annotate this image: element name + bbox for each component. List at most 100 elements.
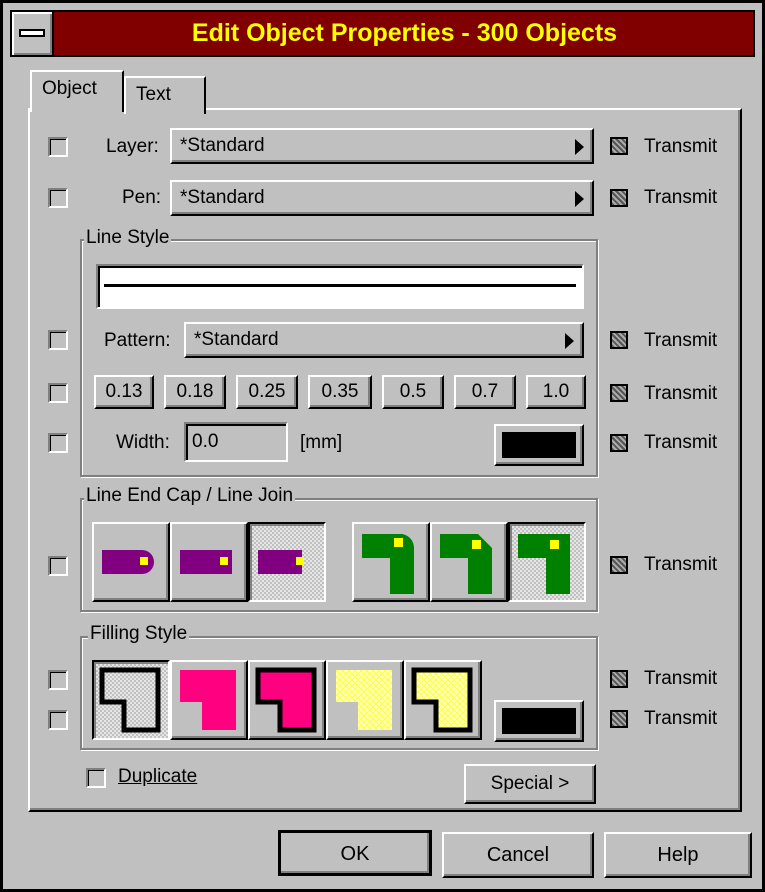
tab-object-label: Object (42, 78, 97, 99)
fill-none-icon (99, 667, 161, 733)
width-checkbox[interactable] (48, 433, 68, 453)
tab-text-label: Text (136, 84, 171, 105)
fill-color-transmit-label: Transmit (644, 708, 718, 729)
width-button-label: 0.18 (176, 381, 214, 402)
width-button-0-5[interactable]: 0.5 (382, 375, 444, 409)
fill-transmit-checkbox[interactable] (610, 670, 628, 688)
width-preset-transmit-label: Transmit (644, 383, 718, 404)
join-bevel-button[interactable] (430, 522, 508, 602)
width-button-0-13[interactable]: 0.13 (94, 375, 154, 409)
pattern-transmit-label: Transmit (644, 330, 718, 351)
fill-color-transmit-checkbox[interactable] (610, 710, 628, 728)
line-color-swatch (502, 432, 576, 458)
pen-value: *Standard (180, 187, 265, 208)
width-button-0-35[interactable]: 0.35 (308, 375, 372, 409)
pattern-checkbox[interactable] (48, 330, 68, 350)
width-value: 0.0 (192, 431, 219, 452)
join-bevel-icon (440, 534, 492, 594)
duplicate-checkbox[interactable] (86, 768, 106, 788)
cap-square-icon (258, 550, 304, 574)
width-button-label: 1.0 (542, 381, 570, 402)
special-button[interactable]: Special > (464, 764, 596, 804)
pattern-value: *Standard (194, 329, 279, 350)
width-unit: [mm] (300, 432, 343, 453)
join-miter-button[interactable] (508, 522, 586, 602)
filling-style-title: Filling Style (88, 623, 190, 645)
fill-color-button[interactable] (494, 700, 584, 742)
fill-solid-icon (180, 670, 236, 730)
width-button-label: 0.7 (471, 381, 499, 402)
cap-round-button[interactable] (92, 522, 170, 602)
width-input[interactable]: 0.0 (184, 422, 288, 462)
fill-none-button[interactable] (92, 660, 170, 740)
width-transmit-checkbox[interactable] (610, 434, 628, 452)
line-end-transmit-label: Transmit (644, 554, 718, 575)
fill-color-swatch (502, 708, 576, 734)
fill-solid-outline-icon (255, 667, 317, 733)
line-end-checkbox[interactable] (48, 556, 68, 576)
cancel-button-label: Cancel (486, 844, 550, 866)
cap-flat-icon (180, 550, 232, 574)
layer-transmit-label: Transmit (644, 136, 718, 157)
width-button-label: 0.13 (105, 381, 143, 402)
line-style-title: Line Style (84, 227, 172, 249)
special-button-label: Special > (490, 773, 570, 794)
pen-select[interactable]: *Standard (170, 180, 594, 216)
width-button-label: 0.25 (248, 381, 286, 402)
line-color-button[interactable] (494, 424, 584, 466)
fill-checkbox[interactable] (48, 670, 68, 690)
duplicate-label[interactable]: Duplicate (118, 766, 197, 788)
width-button-1-0[interactable]: 1.0 (526, 375, 586, 409)
pen-transmit-label: Transmit (644, 187, 718, 208)
fill-hatch-outline-button[interactable] (404, 660, 482, 740)
fill-solid-button[interactable] (170, 660, 248, 740)
width-label: Width: (116, 432, 170, 453)
arrow-right-icon (565, 333, 574, 349)
fill-hatch-button[interactable] (326, 660, 404, 740)
fill-transmit-label: Transmit (644, 668, 718, 689)
tab-text[interactable]: Text (124, 76, 206, 114)
width-button-label: 0.5 (399, 381, 427, 402)
cap-square-button[interactable] (248, 522, 326, 602)
fill-hatch-outline-icon (411, 667, 473, 733)
layer-value: *Standard (180, 135, 265, 156)
ok-button[interactable]: OK (278, 830, 432, 876)
join-round-button[interactable] (352, 522, 430, 602)
arrow-right-icon (575, 191, 584, 207)
layer-select[interactable]: *Standard (170, 128, 594, 164)
window-title: Edit Object Properties - 300 Objects (191, 19, 618, 47)
width-preset-transmit-checkbox[interactable] (610, 384, 628, 402)
pen-transmit-checkbox[interactable] (610, 189, 628, 207)
help-button[interactable]: Help (604, 832, 752, 878)
line-end-transmit-checkbox[interactable] (610, 556, 628, 574)
pattern-select[interactable]: *Standard (184, 322, 584, 358)
arrow-right-icon (575, 139, 584, 155)
ok-button-label: OK (340, 843, 370, 865)
width-transmit-label: Transmit (644, 432, 718, 453)
width-button-0-7[interactable]: 0.7 (454, 375, 516, 409)
width-button-0-25[interactable]: 0.25 (236, 375, 298, 409)
join-round-icon (362, 534, 415, 594)
layer-transmit-checkbox[interactable] (610, 137, 628, 155)
pattern-transmit-checkbox[interactable] (610, 331, 628, 349)
cap-flat-button[interactable] (170, 522, 248, 602)
cancel-button[interactable]: Cancel (442, 832, 594, 878)
line-end-title: Line End Cap / Line Join (84, 485, 296, 507)
layer-label: Layer: (106, 136, 159, 157)
width-button-0-18[interactable]: 0.18 (164, 375, 226, 409)
pen-checkbox[interactable] (48, 188, 68, 208)
fill-hatch-icon (336, 670, 392, 730)
pattern-label: Pattern: (104, 330, 171, 351)
layer-checkbox[interactable] (48, 137, 68, 157)
fill-solid-outline-button[interactable] (248, 660, 326, 740)
system-menu-icon[interactable] (10, 10, 54, 57)
line-style-preview (96, 264, 584, 309)
pen-label: Pen: (122, 187, 162, 208)
fill-color-checkbox[interactable] (48, 710, 68, 730)
tab-object[interactable]: Object (30, 70, 124, 112)
join-miter-icon (518, 534, 570, 594)
help-button-label: Help (657, 844, 699, 866)
width-preset-checkbox[interactable] (48, 383, 68, 403)
cap-round-icon (102, 550, 154, 574)
width-button-label: 0.35 (321, 381, 359, 402)
